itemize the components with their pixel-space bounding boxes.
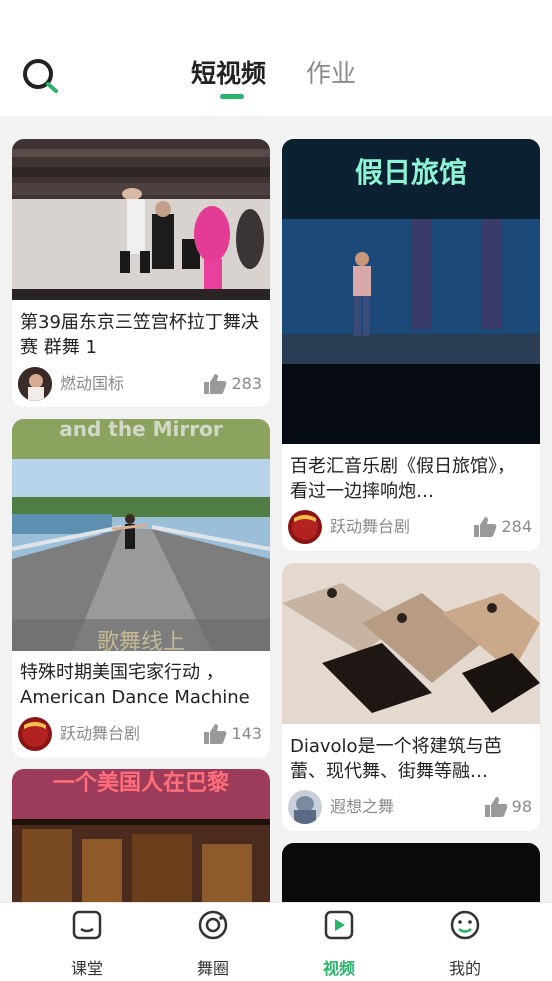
video-card[interactable]: 假日旅馆 百老汇音乐剧《假日旅馆》，看过一边摔响炮… 跃动舞台剧 284 bbox=[282, 139, 540, 551]
nav-label: 视频 bbox=[322, 959, 355, 978]
top-header: 短视频 作业 bbox=[0, 0, 552, 116]
video-title[interactable]: 百老汇音乐剧《假日旅馆》，看过一边摔响炮… bbox=[290, 454, 532, 504]
video-title[interactable]: 第39届东京三笠宫杯拉丁舞决赛 群舞 1 bbox=[20, 310, 262, 360]
video-card[interactable]: and the Mirror 歌舞线上 特殊时期美国宅家行动 ，American… bbox=[12, 419, 270, 758]
thumbs-up-icon bbox=[204, 374, 227, 394]
video-card[interactable]: 第39届东京三笠宫杯拉丁舞决赛 群舞 1 燃动国标 283 bbox=[12, 139, 270, 407]
video-thumbnail bbox=[12, 139, 270, 300]
classroom-icon bbox=[72, 910, 102, 940]
nav-item-classroom[interactable]: 课堂 bbox=[18, 903, 156, 981]
author-name[interactable]: 遐想之舞 bbox=[330, 796, 394, 818]
thumbnail-overlay-text: 歌舞线上 bbox=[96, 630, 185, 655]
nav-item-circle[interactable]: 舞圈 bbox=[144, 903, 282, 981]
thumbnail-overlay-text: 假日旅馆 bbox=[354, 156, 467, 189]
video-thumbnail bbox=[12, 419, 270, 651]
like-count: 284 bbox=[501, 517, 532, 536]
thumbnail-overlay-text: 一个美国人在巴黎 bbox=[52, 771, 229, 796]
nav-label: 课堂 bbox=[70, 959, 103, 978]
video-card[interactable]: Diavolo是一个将建筑与芭蕾、现代舞、街舞等融… 遐想之舞 98 bbox=[282, 563, 540, 831]
author-avatar[interactable] bbox=[288, 510, 322, 544]
video-title[interactable]: 特殊时期美国宅家行动 ，American Dance Machine bbox=[20, 660, 262, 710]
profile-icon bbox=[450, 910, 480, 940]
search-icon[interactable] bbox=[20, 56, 60, 96]
nav-label: 我的 bbox=[448, 959, 481, 978]
thumbs-up-icon bbox=[204, 724, 227, 744]
author-name[interactable]: 跃动舞台剧 bbox=[60, 723, 140, 745]
author-avatar[interactable] bbox=[288, 790, 322, 824]
like-button[interactable]: 284 bbox=[473, 516, 532, 538]
video-card[interactable] bbox=[282, 843, 540, 902]
tab-active-indicator bbox=[220, 94, 244, 99]
tab-homework[interactable]: 作业 bbox=[306, 56, 356, 92]
bottom-navigation: 课堂 舞圈 视频 我的 bbox=[0, 902, 552, 981]
author-name[interactable]: 燃动国标 bbox=[60, 373, 124, 395]
video-feed: 第39届东京三笠宫杯拉丁舞决赛 群舞 1 燃动国标 283 and the Mi… bbox=[0, 116, 552, 902]
video-title[interactable]: Diavolo是一个将建筑与芭蕾、现代舞、街舞等融… bbox=[290, 734, 532, 784]
thumbnail-overlay-text: and the Mirror bbox=[59, 419, 223, 441]
author-name[interactable]: 跃动舞台剧 bbox=[330, 516, 410, 538]
nav-item-profile[interactable]: 我的 bbox=[396, 903, 534, 981]
author-avatar[interactable] bbox=[18, 717, 52, 751]
nav-item-video[interactable]: 视频 bbox=[270, 903, 408, 981]
like-count: 143 bbox=[231, 724, 262, 743]
nav-label: 舞圈 bbox=[196, 959, 229, 978]
circle-icon bbox=[198, 910, 228, 940]
like-button[interactable]: 283 bbox=[203, 373, 262, 395]
video-thumbnail bbox=[282, 563, 540, 724]
thumbs-up-icon bbox=[484, 797, 508, 817]
video-thumbnail bbox=[282, 843, 540, 902]
like-count: 98 bbox=[511, 797, 532, 816]
like-button[interactable]: 143 bbox=[203, 723, 262, 745]
video-icon bbox=[324, 910, 354, 940]
tab-short-video[interactable]: 短视频 bbox=[191, 56, 266, 92]
like-count: 283 bbox=[231, 374, 262, 393]
video-card[interactable]: 一个美国人在巴黎 bbox=[12, 769, 270, 902]
thumbs-up-icon bbox=[474, 517, 497, 537]
author-avatar[interactable] bbox=[18, 367, 52, 401]
like-button[interactable]: 98 bbox=[484, 796, 532, 818]
